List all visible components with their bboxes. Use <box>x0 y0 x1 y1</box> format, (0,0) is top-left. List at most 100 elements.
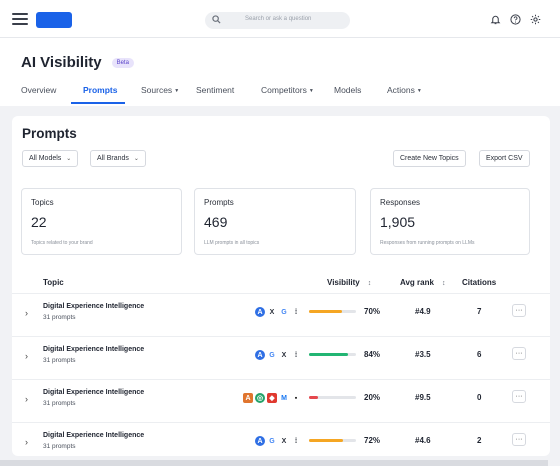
perplexity-icon: ⁞ <box>294 437 298 445</box>
model-icons: A X G ⁞ <box>235 306 301 318</box>
visibility-value: 84% <box>364 350 381 359</box>
column-header-avg-rank[interactable]: Avg rank ↕ <box>400 278 445 287</box>
stat-value: 469 <box>204 214 228 230</box>
caret-down-icon: ▼ <box>416 87 422 94</box>
x-icon: X <box>281 437 287 445</box>
x-icon: X <box>269 308 275 316</box>
model-icons: A G X ⁞ <box>235 349 301 361</box>
topic-name: Digital Experience Intelligence <box>43 346 145 353</box>
section-title: Prompts <box>22 126 77 141</box>
brands-filter[interactable]: All Brands ⌄ <box>90 150 146 167</box>
stat-description: Responses from running prompts on LLMs <box>380 240 475 246</box>
openai-icon: A <box>255 436 265 446</box>
chevron-right-icon[interactable]: › <box>25 308 28 318</box>
chevron-right-icon[interactable]: › <box>25 351 28 361</box>
model-icons: A G X ⁞ <box>235 435 301 447</box>
column-header-citations: Citations <box>462 278 497 287</box>
search-placeholder: Search or ask a question <box>245 16 312 22</box>
stat-card-responses: Responses 1,905 Responses from running p… <box>370 188 530 255</box>
column-header-topic: Topic <box>43 278 64 287</box>
top-bar: Search or ask a question <box>0 0 560 38</box>
mistral-icon: ▪ <box>294 394 298 402</box>
avg-rank-value: #4.6 <box>415 436 431 445</box>
stat-label: Prompts <box>204 198 234 207</box>
gemini-icon: ◆ <box>267 393 277 403</box>
prompt-count: 31 prompts <box>43 400 76 407</box>
topic-name: Digital Experience Intelligence <box>43 389 145 396</box>
stat-value: 1,905 <box>380 214 416 230</box>
search-icon <box>212 15 221 24</box>
chevron-down-icon: ⌄ <box>66 156 72 162</box>
avg-rank-value: #9.5 <box>415 393 431 402</box>
chevron-down-icon: ⌄ <box>133 156 139 162</box>
stat-value: 22 <box>31 214 47 230</box>
table-row[interactable]: › Digital Experience Intelligence 31 promp… <box>12 336 550 379</box>
prompt-count: 31 prompts <box>43 314 76 321</box>
create-new-topics-button[interactable]: Create New Topics <box>393 150 466 167</box>
claude-icon: A <box>243 393 253 403</box>
horizontal-scrollbar[interactable] <box>0 460 548 466</box>
model-icons: A ◎ ◆ M ▪ <box>235 392 301 404</box>
more-options-button[interactable]: ··· <box>512 390 526 403</box>
prompt-count: 31 prompts <box>43 443 76 450</box>
sort-icon[interactable]: ↕ <box>368 280 372 287</box>
visibility-bar <box>309 396 356 399</box>
export-csv-button[interactable]: Export CSV <box>479 150 530 167</box>
gear-icon[interactable] <box>530 14 541 25</box>
caret-down-icon: ▼ <box>308 87 314 94</box>
tab-sentiment[interactable]: Sentiment <box>196 85 234 95</box>
visibility-bar-fill <box>309 439 343 442</box>
caret-down-icon: ▼ <box>174 87 180 94</box>
x-icon: X <box>281 351 287 359</box>
chevron-right-icon[interactable]: › <box>25 394 28 404</box>
bell-icon[interactable] <box>490 14 501 25</box>
tab-competitors[interactable]: Competitors ▼ <box>261 85 314 95</box>
page-header: AI Visibility Beta <box>21 54 134 71</box>
visibility-value: 72% <box>364 436 381 445</box>
table-row[interactable]: › Digital Experience Intelligence 31 promp… <box>12 422 550 456</box>
google-icon: G <box>281 308 287 316</box>
tab-overview[interactable]: Overview <box>21 85 56 95</box>
visibility-bar <box>309 353 356 356</box>
more-options-button[interactable]: ··· <box>512 433 526 446</box>
visibility-value: 20% <box>364 393 381 402</box>
prompt-count: 31 prompts <box>43 357 76 364</box>
citations-value: 6 <box>477 350 482 359</box>
visibility-bar <box>309 310 356 313</box>
menu-icon[interactable] <box>12 13 28 25</box>
sort-icon[interactable]: ↕ <box>442 280 446 287</box>
stat-card-prompts: Prompts 469 LLM prompts in all topics <box>194 188 356 255</box>
chevron-right-icon[interactable]: › <box>25 437 28 447</box>
column-header-visibility[interactable]: Visibility ↕ <box>327 278 371 287</box>
tab-models[interactable]: Models <box>334 85 361 95</box>
stat-label: Topics <box>31 198 54 207</box>
citations-value: 7 <box>477 307 482 316</box>
more-options-button[interactable]: ··· <box>512 304 526 317</box>
brand-logo[interactable] <box>36 12 72 28</box>
avg-rank-value: #4.9 <box>415 307 431 316</box>
models-filter[interactable]: All Models ⌄ <box>22 150 79 167</box>
table-row[interactable]: › Digital Experience Intelligence 31 promp… <box>12 293 550 336</box>
avg-rank-value: #3.5 <box>415 350 431 359</box>
table-row[interactable]: › Digital Experience Intelligence 31 promp… <box>12 379 550 422</box>
visibility-bar-fill <box>309 396 319 399</box>
topic-name: Digital Experience Intelligence <box>43 432 145 439</box>
tab-actions[interactable]: Actions ▼ <box>387 85 422 95</box>
stat-description: Topics related to your brand <box>31 240 93 246</box>
perplexity-icon: ⁞ <box>294 308 298 316</box>
tab-sources[interactable]: Sources ▼ <box>141 85 179 95</box>
topic-name: Digital Experience Intelligence <box>43 303 145 310</box>
help-icon[interactable] <box>510 14 521 25</box>
openai-icon: A <box>255 350 265 360</box>
tab-bar: Overview Prompts Sources ▼ Sentiment Comp… <box>0 80 560 104</box>
tab-prompts[interactable]: Prompts <box>83 85 117 95</box>
search-input[interactable]: Search or ask a question <box>205 12 350 29</box>
google-icon: G <box>269 437 275 445</box>
citations-value: 0 <box>477 393 482 402</box>
copilot-icon: ◎ <box>255 393 265 403</box>
visibility-bar <box>309 439 356 442</box>
more-options-button[interactable]: ··· <box>512 347 526 360</box>
visibility-bar-fill <box>309 310 342 313</box>
google-icon: G <box>269 351 275 359</box>
stat-card-topics: Topics 22 Topics related to your brand <box>21 188 182 255</box>
